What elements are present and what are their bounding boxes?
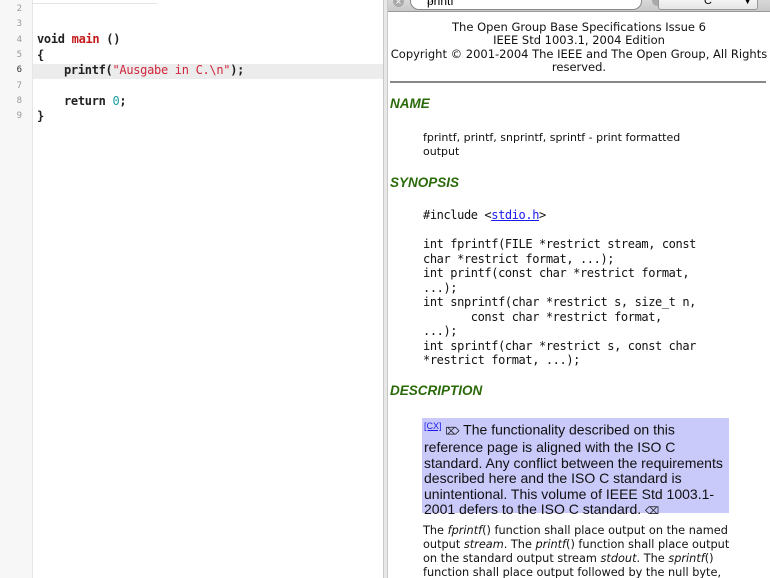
cx-end-icon: ⌫ bbox=[645, 506, 660, 518]
search-value: printf bbox=[427, 0, 454, 8]
code-token: printf( bbox=[64, 63, 113, 77]
line-number: 5 bbox=[16, 50, 22, 60]
divider bbox=[390, 81, 766, 83]
cx-start-icon: ⌦ bbox=[445, 426, 460, 438]
header-line: reserved. bbox=[551, 60, 607, 74]
synopsis-line: const char *restrict format, bbox=[423, 309, 663, 324]
line-number-current: 6 bbox=[16, 65, 22, 75]
code-line: void main () bbox=[37, 32, 120, 46]
description-paragraph: The fprintf() function shall place outpu… bbox=[423, 524, 735, 578]
header-line: Copyright © 2001-2004 The IEEE and The O… bbox=[390, 47, 768, 61]
cx-link[interactable]: [CX] bbox=[424, 421, 442, 431]
section-heading-synopsis: SYNOPSIS bbox=[390, 175, 460, 190]
code-token: () bbox=[99, 32, 121, 46]
code-token: ); bbox=[230, 63, 245, 77]
editor-top-edge bbox=[32, 0, 157, 4]
header-line: The Open Group Base Specifications Issue… bbox=[452, 20, 706, 34]
synopsis-line: char *restrict format, ...); bbox=[423, 251, 615, 266]
include-line: #include <stdio.h> bbox=[423, 208, 546, 223]
text: . The bbox=[636, 552, 669, 565]
text: fprintf bbox=[447, 524, 483, 537]
synopsis-line: int snprintf(char *restrict s, size_t n, bbox=[423, 295, 696, 309]
doc-toolbar: × ⌕ printf C ▼ bbox=[388, 0, 770, 12]
language-value: C bbox=[704, 0, 712, 7]
text: The bbox=[423, 524, 448, 537]
line-number: 7 bbox=[16, 81, 22, 91]
text: . The bbox=[503, 538, 536, 551]
cx-text: The functionality described on this refe… bbox=[424, 421, 723, 518]
string-literal: "Ausgabe in C.\n" bbox=[112, 63, 231, 77]
synopsis-line: *restrict format, ...); bbox=[423, 353, 580, 367]
close-icon[interactable]: × bbox=[393, 0, 404, 7]
synopsis-line: int printf(const char *restrict format, bbox=[423, 266, 690, 280]
synopsis-line: int fprintf(FILE *restrict stream, const bbox=[423, 237, 696, 251]
code-line: { bbox=[37, 48, 44, 62]
code-line: printf("Ausgabe in C.\n"); bbox=[64, 63, 244, 77]
text: stdout bbox=[600, 552, 637, 565]
line-number: 8 bbox=[16, 96, 22, 106]
code-line: } bbox=[37, 109, 44, 123]
line-number: 9 bbox=[16, 111, 22, 121]
code-token: #include < bbox=[423, 208, 492, 222]
line-number: 4 bbox=[16, 35, 22, 45]
synopsis-line: ...); bbox=[423, 324, 458, 338]
synopsis-line: int sprintf(char *restrict s, const char bbox=[423, 338, 696, 353]
synopsis-block: int fprintf(FILE *restrict stream, const… bbox=[423, 237, 696, 368]
cx-extension-box: [CX] ⌦ The functionality described on th… bbox=[422, 418, 729, 517]
line-number-gutter: 2 3 4 5 6 7 8 9 bbox=[0, 0, 33, 578]
code-editor[interactable]: 2 3 4 5 6 7 8 9 void main () { printf("A… bbox=[0, 0, 383, 578]
function-name: main bbox=[71, 32, 100, 46]
code-token: ; bbox=[119, 94, 127, 108]
section-heading-description: DESCRIPTION bbox=[390, 383, 483, 398]
name-text: fprintf, printf, snprintf, sprintf - pri… bbox=[423, 131, 681, 158]
keyword: return bbox=[64, 94, 113, 108]
text: printf bbox=[535, 538, 567, 551]
stdio-link[interactable]: stdio.h bbox=[491, 208, 539, 222]
line-number: 3 bbox=[16, 19, 22, 29]
text: sprintf bbox=[668, 552, 705, 565]
header-line: IEEE Std 1003.1, 2004 Edition bbox=[493, 33, 665, 47]
section-heading-name: NAME bbox=[390, 96, 430, 111]
language-select[interactable]: C ▼ bbox=[658, 0, 758, 10]
line-number: 2 bbox=[16, 4, 22, 14]
keyword: void bbox=[37, 32, 65, 46]
synopsis-line: ...); bbox=[423, 280, 458, 295]
code-token: > bbox=[539, 208, 546, 222]
code-line: return 0; bbox=[64, 94, 127, 108]
search-input[interactable]: ⌕ printf bbox=[410, 0, 663, 10]
documentation-pane: × ⌕ printf C ▼ The Open Group Base Specifi… bbox=[388, 0, 770, 578]
text: stream bbox=[463, 538, 504, 551]
chevron-down-icon: ▼ bbox=[744, 0, 751, 6]
